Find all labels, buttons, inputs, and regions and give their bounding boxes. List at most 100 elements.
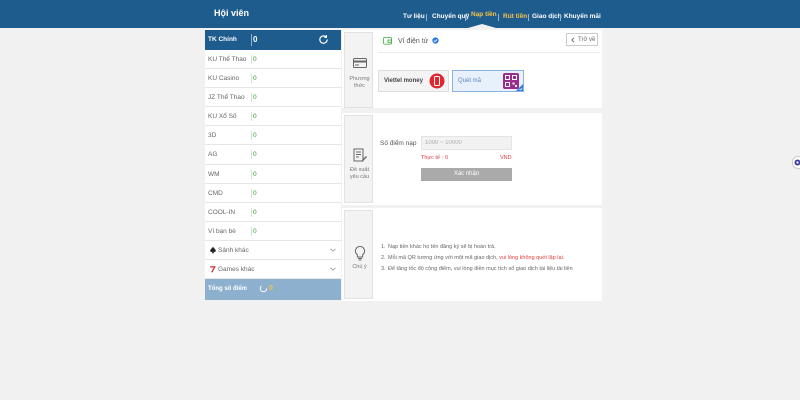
credit-card-icon <box>353 58 367 68</box>
nav-nap-tien[interactable]: Nạp tiền <box>471 11 497 18</box>
divider <box>251 34 252 46</box>
currency-unit: VND <box>500 155 512 161</box>
more-group-label: Games khác <box>218 266 255 274</box>
account-balance: 0 <box>253 189 257 197</box>
account-balance: 0 <box>253 113 257 121</box>
note-text: Nạp tiền khác họ tên đăng ký sẽ bị hoàn … <box>388 244 496 250</box>
main-account-balance: 0 <box>253 35 258 44</box>
account-label: AG <box>208 151 218 159</box>
account-row: 3D 0 <box>205 126 341 146</box>
divider <box>251 131 252 141</box>
account-label: KU Xổ Số <box>208 113 237 121</box>
viettel-money-logo-icon <box>429 73 445 89</box>
side-label-line-2: thức <box>353 83 366 89</box>
nav-separator <box>528 14 529 21</box>
nav-separator <box>498 14 499 21</box>
nav-giao-dich[interactable]: Giao dịch <box>532 13 562 20</box>
main-account-label: TK Chính <box>208 36 237 43</box>
slot-seven-icon <box>210 266 216 273</box>
nav-rut-tien[interactable]: Rút tiền <box>503 13 527 20</box>
method-qr-scan[interactable]: Quét mã <box>452 70 524 92</box>
top-navbar: Hội viên Tư liệu Chuyển quỹ Nạp tiền Rút… <box>0 0 800 28</box>
account-balance: 0 <box>253 56 257 63</box>
divider <box>251 169 252 179</box>
account-label: CMD <box>208 189 223 197</box>
nav-tu-lieu[interactable]: Tư liệu <box>403 13 425 20</box>
payment-method-panel: Phương thức Ví điện tử Trở về Viettel mo… <box>342 30 602 108</box>
method-viettel-money[interactable]: Viettel money <box>378 70 449 92</box>
note-item: 3. Để tăng tốc độ cộng điểm, vui lòng điề… <box>381 264 573 275</box>
request-panel: Đề xuất yêu cầu Số điểm nạp Thực tế : 0 … <box>342 113 602 205</box>
account-label: COOL-IN <box>208 208 236 216</box>
account-balance: 0 <box>253 227 257 235</box>
divider <box>251 112 252 122</box>
panel-side-label: Chú ý <box>344 210 373 299</box>
notes-panel: Chú ý 1. Nạp tiền khác họ tên đăng ký sẽ … <box>342 208 602 301</box>
account-balance: 0 <box>253 151 257 159</box>
account-balance: 0 <box>253 94 257 102</box>
divider <box>251 226 252 236</box>
wallet-sidebar: TK Chính 0 KU Thể Thao 0 KU Casino 0 JZ Th… <box>205 30 341 301</box>
side-label-line-1: Phương <box>349 76 370 82</box>
method-label: Viettel money <box>384 78 423 84</box>
note-warning-text: vui lòng không quét lặp lại. <box>497 255 565 261</box>
more-group-games-khac[interactable]: Games khác <box>205 260 341 280</box>
account-balance: 0 <box>253 170 257 178</box>
account-label: KU Thể Thao <box>208 56 247 63</box>
divider <box>251 55 252 64</box>
account-label: KU Casino <box>208 75 240 83</box>
page-title: Hội viên <box>214 8 250 18</box>
account-row: KU Casino 0 <box>205 69 341 89</box>
actual-amount-value: 0 <box>445 155 449 161</box>
confirm-button[interactable]: Xác nhận <box>421 168 512 181</box>
note-text: Để tăng tốc độ cộng điểm, vui lòng điền … <box>388 266 573 272</box>
verified-check-icon <box>432 37 439 44</box>
chevron-down-icon <box>330 248 336 252</box>
deposit-amount-input[interactable] <box>421 136 512 150</box>
panel-side-label: Phương thức <box>344 32 373 108</box>
panel-side-label: Đề xuất yêu cầu <box>344 115 373 203</box>
more-group-sanh-khac[interactable]: Sảnh khác <box>205 241 341 261</box>
notes-list: 1. Nạp tiền khác họ tên đăng ký sẽ bị hoà… <box>381 242 573 275</box>
account-row: WM 0 <box>205 165 341 184</box>
note-text: Mỗi mã QR tương ứng với một mã giao dịch… <box>388 255 498 261</box>
chat-icon <box>794 159 800 166</box>
divider <box>251 93 252 103</box>
refresh-icon[interactable] <box>318 34 329 45</box>
edit-document-icon <box>353 148 367 162</box>
chevron-left-icon <box>571 37 575 43</box>
side-label-note: Chú ý <box>352 264 367 270</box>
account-row: AG 0 <box>205 145 341 165</box>
wallet-type-label: Ví điện tử <box>398 38 429 45</box>
total-points-value: 0 <box>269 285 273 293</box>
account-row: KU Xổ Số 0 <box>205 107 341 127</box>
back-button[interactable]: Trở về <box>566 33 598 46</box>
wallet-icon <box>383 36 392 45</box>
divider <box>378 52 600 53</box>
nav-separator <box>560 14 561 21</box>
note-number: 3. <box>381 266 386 272</box>
main-account-row: TK Chính 0 <box>205 30 341 50</box>
account-row: KU Thể Thao 0 <box>205 50 341 70</box>
nav-khuyen-mai[interactable]: Khuyến mãi <box>564 13 601 20</box>
account-balance: 0 <box>253 208 257 216</box>
account-row: COOL-IN 0 <box>205 203 341 222</box>
more-group-label: Sảnh khác <box>218 246 249 254</box>
total-points-row: Tổng số điểm 0 <box>205 279 341 301</box>
account-row: JZ Thể Thao 0 <box>205 88 341 108</box>
actual-amount-label: Thực tế : <box>421 155 444 161</box>
side-label-line-2: yêu cầu <box>349 174 370 180</box>
account-label: WM <box>208 170 220 178</box>
nav-chuyen-quy[interactable]: Chuyển quỹ <box>432 13 469 20</box>
chevron-down-icon <box>330 267 336 271</box>
note-item: 2. Mỗi mã QR tương ứng với một mã giao dị… <box>381 253 573 264</box>
divider <box>251 150 252 160</box>
total-points-label: Tổng số điểm <box>208 286 247 293</box>
account-row: Ví bạn bè 0 <box>205 222 341 241</box>
account-label: 3D <box>208 132 217 140</box>
loading-icon <box>259 284 268 293</box>
side-label-line-1: Đề xuất <box>350 167 369 173</box>
account-label: JZ Thể Thao <box>208 94 245 102</box>
spade-icon <box>210 246 216 254</box>
chat-support-button[interactable] <box>792 156 800 169</box>
